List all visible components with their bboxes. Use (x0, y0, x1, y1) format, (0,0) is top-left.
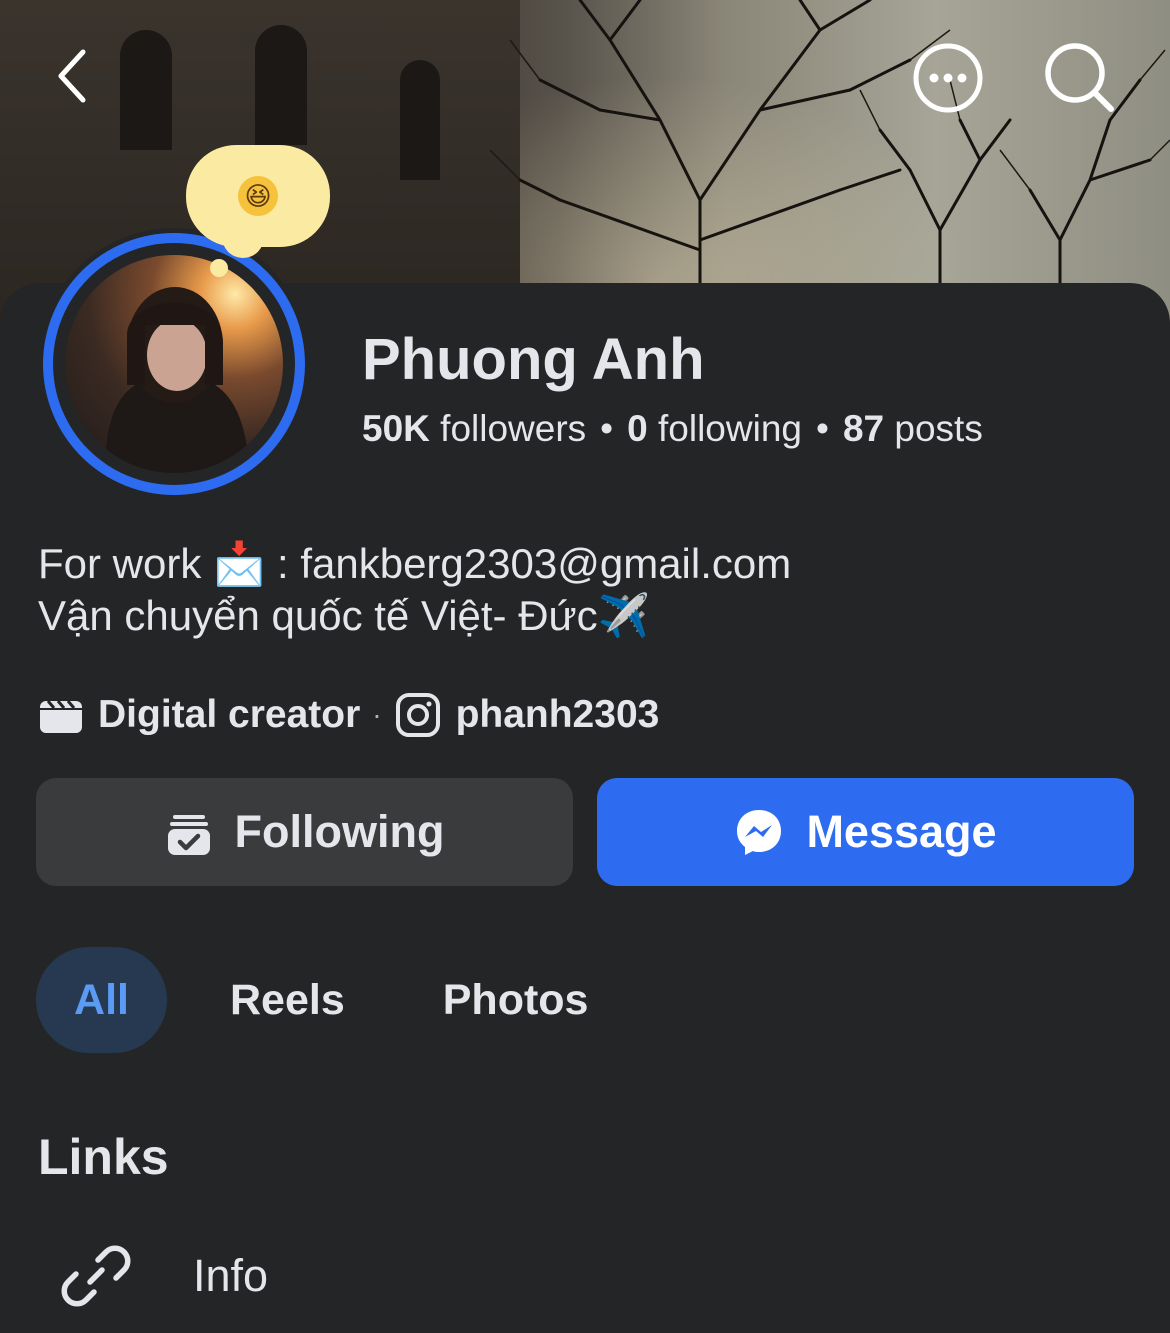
stats-separator: • (815, 408, 829, 449)
avatar-photo (65, 255, 283, 473)
message-button[interactable]: Message (597, 778, 1134, 886)
followers-count[interactable]: 50K (362, 408, 430, 449)
meta-separator: · (372, 699, 382, 730)
search-icon (1045, 43, 1114, 112)
following-label[interactable]: following (658, 408, 802, 449)
more-options-button[interactable] (910, 40, 986, 116)
profile-avatar[interactable] (38, 228, 310, 500)
tab-all[interactable]: All (36, 947, 167, 1053)
search-button[interactable] (1040, 40, 1120, 116)
followers-label[interactable]: followers (440, 408, 586, 449)
profile-tabs: All Reels Photos (36, 946, 588, 1054)
chevron-left-icon (58, 49, 86, 103)
links-section-title: Links (38, 1129, 169, 1185)
link-icon (61, 1245, 131, 1307)
following-button[interactable]: Following (36, 778, 573, 886)
message-button-label: Message (806, 806, 997, 857)
tab-photos[interactable]: Photos (443, 976, 589, 1025)
messenger-icon (737, 810, 782, 855)
profile-name: Phuong Anh (362, 327, 705, 392)
envelope-arrow-icon: 📩 (213, 540, 266, 587)
profile-meta: Digital creator · phanh2303 (38, 690, 659, 740)
airplane-icon: ✈️ (597, 592, 650, 639)
instagram-handle-link[interactable]: phanh2303 (456, 693, 660, 737)
instagram-icon (395, 693, 440, 737)
back-button[interactable] (40, 40, 102, 112)
posts-label: posts (894, 408, 983, 449)
clapperboard-icon (40, 700, 82, 733)
story-ring (43, 233, 305, 495)
bio-line-1: For work 📩 : fankberg2303@gmail.com (38, 540, 792, 587)
status-bubble-dot (210, 259, 228, 277)
stats-separator: • (600, 408, 614, 449)
tab-reels[interactable]: Reels (230, 976, 345, 1025)
more-dots-icon (913, 43, 983, 113)
profile-stats: 50K followers • 0 following • 87 posts (362, 408, 983, 450)
category-label: Digital creator (98, 693, 361, 736)
following-count[interactable]: 0 (627, 408, 648, 449)
link-info-label[interactable]: Info (193, 1250, 268, 1302)
following-button-label: Following (234, 806, 445, 857)
bio-line-2: Vận chuyển quốc tế Việt- Đức✈️ (38, 592, 650, 639)
profile-bio: For work 📩 : fankberg2303@gmail.com Vận … (38, 538, 791, 642)
grinning-squinting-face-icon: 😆 (238, 176, 278, 216)
posts-count: 87 (842, 408, 885, 449)
link-info-row[interactable] (60, 1240, 132, 1312)
following-check-icon (167, 815, 210, 855)
